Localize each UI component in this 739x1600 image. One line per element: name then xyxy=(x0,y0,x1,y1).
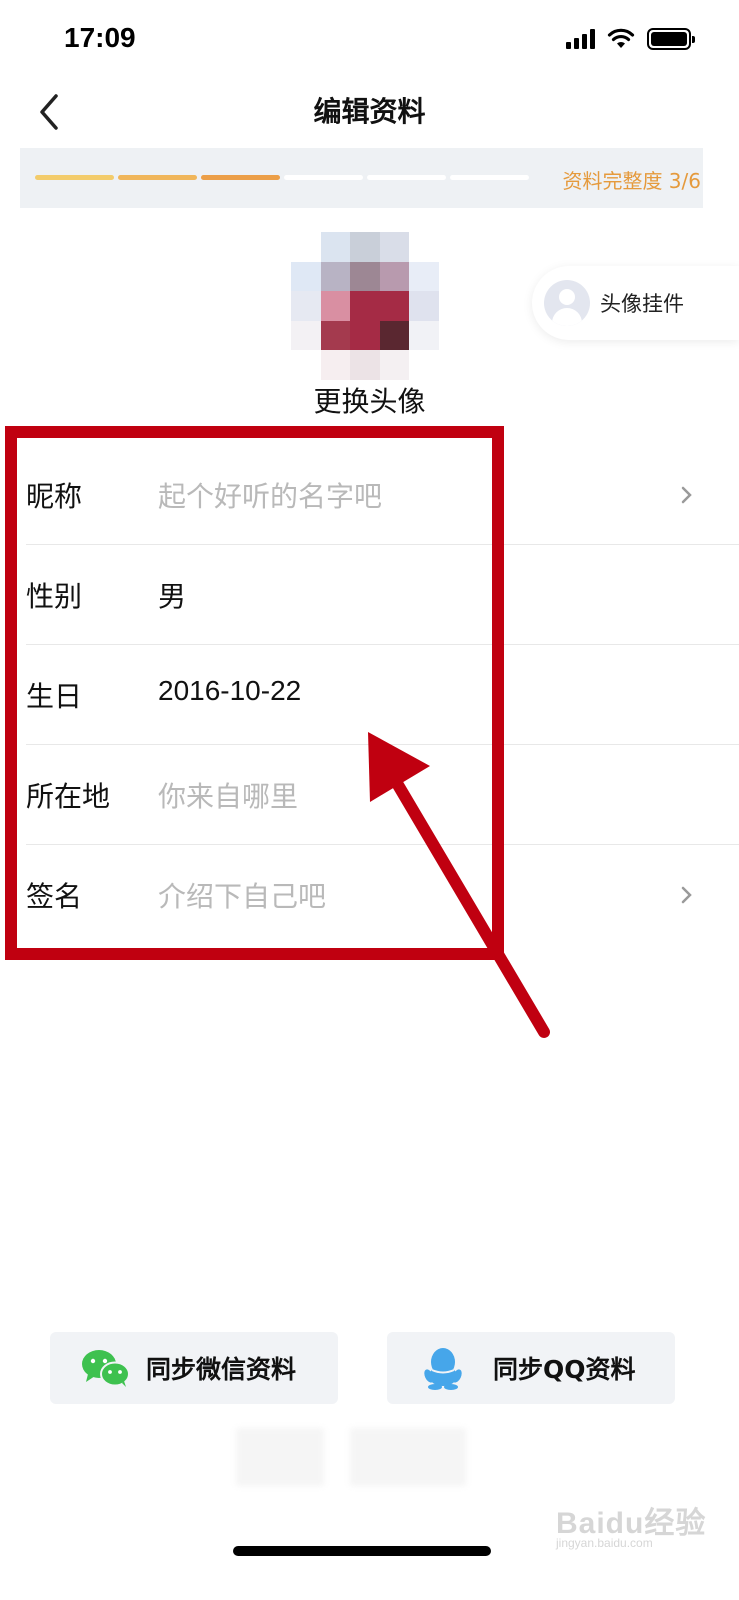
profile-completeness-bar: 资料完整度 3/6 xyxy=(20,148,703,208)
page-title: 编辑资料 xyxy=(313,95,426,128)
signal-icon xyxy=(566,29,595,49)
progress-segments xyxy=(35,175,529,180)
blurred-area xyxy=(350,1428,466,1486)
wifi-icon xyxy=(607,28,635,48)
progress-segment xyxy=(201,175,280,180)
progress-segment xyxy=(35,175,114,180)
progress-segment xyxy=(284,175,363,180)
default-avatar-icon xyxy=(544,280,590,326)
status-icons xyxy=(566,28,695,50)
completeness-label: 资料完整度 3/6 xyxy=(562,169,701,193)
status-time: 17:09 xyxy=(64,22,136,53)
progress-segment xyxy=(450,175,529,180)
highlight-box xyxy=(5,426,504,960)
change-avatar-label[interactable]: 更换头像 xyxy=(0,380,739,420)
avatar-pendant-button[interactable]: 头像挂件 xyxy=(532,266,739,340)
chevron-right-icon xyxy=(681,886,692,904)
progress-segment xyxy=(367,175,446,180)
watermark-url: jingyan.baidu.com xyxy=(556,1536,653,1550)
chevron-right-icon xyxy=(681,486,692,504)
chevron-left-icon[interactable] xyxy=(30,92,70,132)
home-indicator xyxy=(233,1546,491,1556)
battery-icon xyxy=(647,28,695,50)
pendant-label: 头像挂件 xyxy=(600,292,684,316)
status-bar: 17:09 xyxy=(0,0,739,80)
sync-qq-label: 同步QQ资料 xyxy=(493,1355,636,1384)
sync-wechat-label: 同步微信资料 xyxy=(146,1355,297,1384)
sync-qq-button[interactable]: 同步QQ资料 xyxy=(387,1332,675,1404)
avatar[interactable] xyxy=(291,232,439,380)
wechat-icon xyxy=(82,1350,130,1387)
qq-icon xyxy=(424,1348,462,1390)
progress-segment xyxy=(118,175,197,180)
sync-wechat-button[interactable]: 同步微信资料 xyxy=(50,1332,338,1404)
blurred-area xyxy=(236,1428,324,1486)
